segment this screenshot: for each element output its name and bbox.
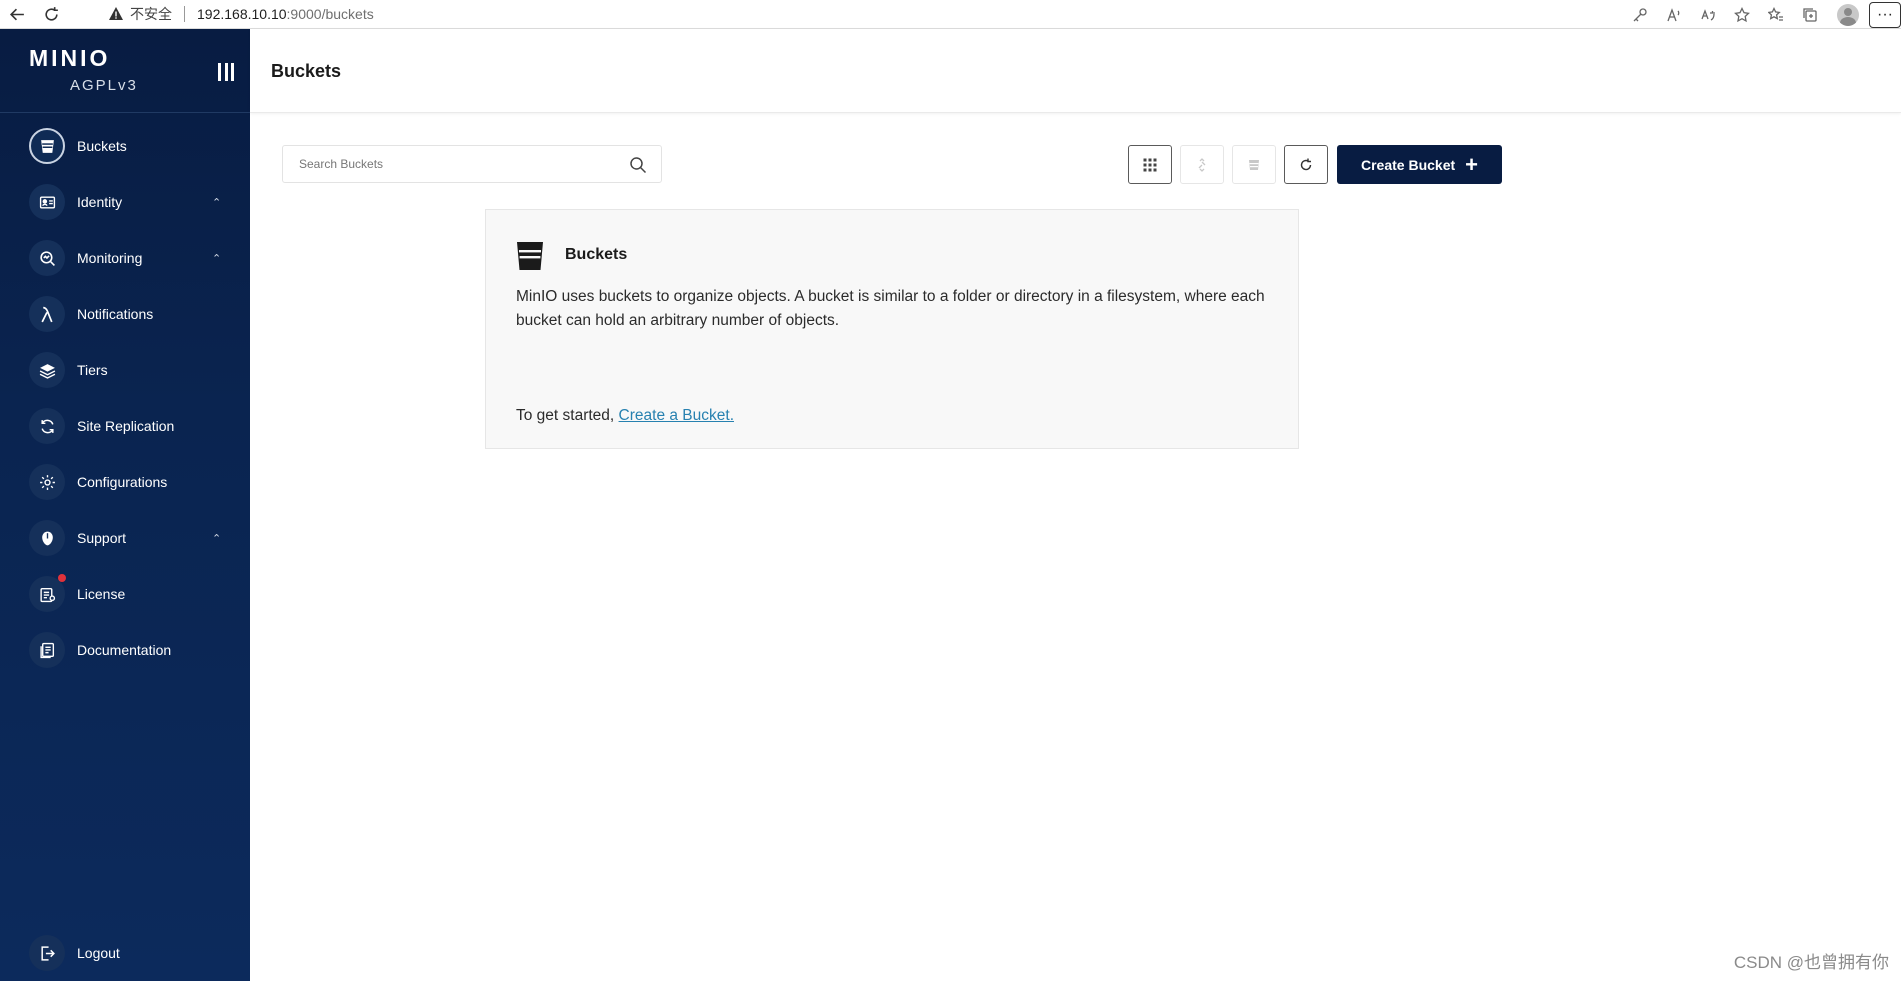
watermark: CSDN @也曾拥有你: [1733, 953, 1889, 972]
chevron-up-icon[interactable]: ⌃: [212, 196, 221, 209]
more-icon[interactable]: ···: [1869, 1, 1901, 28]
id-card-icon: [29, 184, 65, 220]
page-title: Buckets: [271, 61, 342, 81]
bucket-icon: [517, 242, 543, 270]
replication-icon: [1198, 157, 1206, 172]
logo-area: MINIO AGPLv3: [0, 29, 250, 113]
bucket-stack-icon: [1249, 159, 1259, 170]
chevron-up-icon[interactable]: ⌃: [212, 252, 221, 265]
refresh-button[interactable]: [1284, 145, 1328, 184]
sidebar-item-label: Logout: [77, 945, 120, 961]
license-notification-badge: [58, 574, 66, 582]
card-footer: To get started, Create a Bucket.: [516, 407, 734, 425]
sidebar-item-support[interactable]: Support ⌃: [0, 510, 250, 566]
url-path: :9000/buckets: [286, 6, 374, 22]
plus-icon: +: [1465, 151, 1478, 177]
sidebar-item-label: Buckets: [77, 138, 127, 154]
support-icon: [29, 520, 65, 556]
sidebar-item-label: Documentation: [77, 642, 172, 658]
key-icon[interactable]: [1623, 0, 1657, 29]
address-separator: [184, 6, 185, 22]
sidebar-item-tiers[interactable]: Tiers: [0, 342, 250, 398]
refresh-icon: [1300, 158, 1312, 170]
warning-icon: [109, 7, 123, 20]
url-host: 192.168.10.10: [197, 6, 287, 22]
read-aloud-icon[interactable]: [1657, 0, 1691, 29]
grid-view-button[interactable]: [1128, 145, 1172, 184]
sidebar-item-label: Tiers: [77, 362, 108, 378]
sidebar-item-configurations[interactable]: Configurations: [0, 454, 250, 510]
sidebar-item-identity[interactable]: Identity ⌃: [0, 174, 250, 230]
logout-icon: [29, 935, 65, 971]
chevron-up-icon[interactable]: ⌃: [212, 532, 221, 545]
browser-toolbar: 不安全 192.168.10.10:9000/buckets ···: [0, 0, 1901, 29]
gear-icon: [29, 464, 65, 500]
collapse-sidebar-icon[interactable]: [218, 63, 234, 81]
search-icon[interactable]: [629, 156, 647, 174]
footer-prefix: To get started,: [516, 407, 615, 424]
sidebar-item-monitoring[interactable]: Monitoring ⌃: [0, 230, 250, 286]
card-title: Buckets: [565, 246, 628, 263]
sidebar-item-notifications[interactable]: Notifications: [0, 286, 250, 342]
monitoring-icon: [29, 240, 65, 276]
profile-avatar[interactable]: [1837, 3, 1859, 26]
sidebar-item-label: Monitoring: [77, 250, 143, 266]
sidebar-item-buckets[interactable]: Buckets: [0, 118, 250, 174]
card-description: MinIO uses buckets to organize objects. …: [516, 288, 1265, 329]
documentation-icon: [29, 632, 65, 668]
sidebar-item-documentation[interactable]: Documentation: [0, 622, 250, 678]
translate-icon[interactable]: [1691, 0, 1725, 29]
sidebar-item-label: Notifications: [77, 306, 154, 322]
search-box: [282, 145, 662, 183]
sidebar-item-license[interactable]: License: [0, 566, 250, 622]
sidebar-item-label: Configurations: [77, 474, 168, 490]
create-bucket-link[interactable]: Create a Bucket.: [619, 407, 734, 424]
refresh-icon[interactable]: [34, 0, 68, 29]
sidebar-item-label: Support: [77, 530, 127, 546]
page-header: Buckets: [250, 29, 1901, 113]
replication-icon: [29, 408, 65, 444]
delete-buckets-button[interactable]: [1232, 145, 1276, 184]
buckets-info-card: Buckets MinIO uses buckets to organize o…: [485, 209, 1299, 449]
back-icon[interactable]: [0, 0, 34, 29]
create-bucket-label: Create Bucket: [1360, 156, 1456, 173]
sidebar-item-label: Identity: [77, 194, 123, 210]
sidebar-item-site-replication[interactable]: Site Replication: [0, 398, 250, 454]
grid-icon: [1143, 158, 1157, 171]
browser-actions: ···: [1623, 0, 1901, 29]
sidebar-item-label: License: [77, 586, 126, 602]
address-bar[interactable]: 不安全 192.168.10.10:9000/buckets: [108, 0, 374, 29]
layers-icon: [29, 352, 65, 388]
security-warning: 不安全: [130, 6, 172, 22]
edition-label: AGPLv3: [70, 77, 138, 94]
sidebar-item-logout[interactable]: Logout: [0, 925, 250, 981]
favorite-add-icon[interactable]: [1725, 0, 1759, 29]
favorites-icon[interactable]: [1759, 0, 1793, 29]
create-bucket-button[interactable]: Create Bucket +: [1337, 145, 1502, 184]
sidebar-item-label: Site Replication: [77, 418, 175, 434]
collections-icon[interactable]: [1793, 0, 1827, 29]
set-replication-button[interactable]: [1180, 145, 1224, 184]
search-input[interactable]: [299, 149, 629, 179]
minio-logo[interactable]: MINIO: [29, 45, 110, 72]
bucket-icon: [29, 128, 65, 164]
lambda-icon: [29, 296, 65, 332]
sidebar: MINIO AGPLv3 Buckets Identity ⌃ Monitori…: [0, 29, 250, 981]
